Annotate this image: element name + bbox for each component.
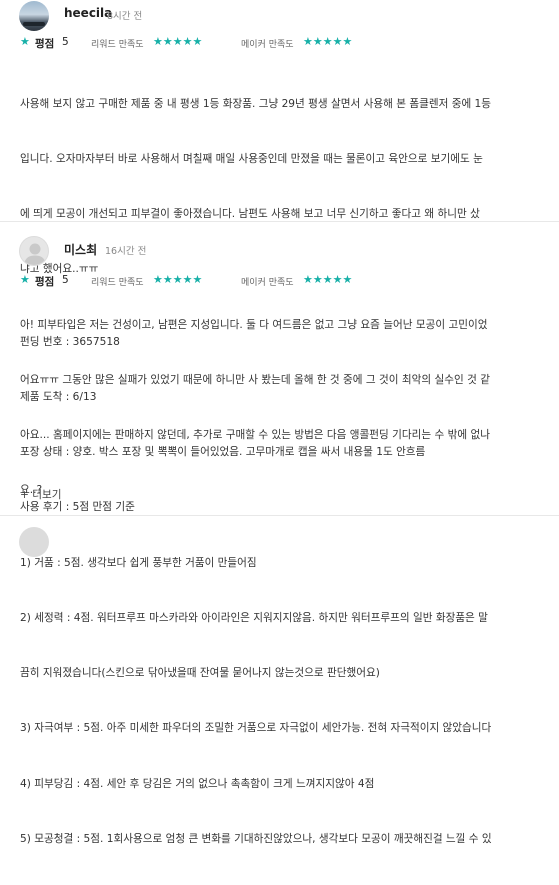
author-name[interactable]: heecila [64, 6, 112, 20]
reward-satisfaction-stars: ★★★★★ [153, 35, 203, 48]
review-time: 16시간 전 [105, 246, 147, 257]
default-user-icon [24, 243, 46, 265]
show-more-link[interactable]: + 더보기 [20, 487, 61, 502]
avatar[interactable] [19, 1, 49, 31]
maker-satisfaction-stars: ★★★★★ [303, 35, 353, 48]
author-name[interactable]: 미스최 [64, 241, 97, 258]
review-line: 2) 세정력 : 4점. 워터프루프 마스카라와 아이라인은 지워지지않음. 하… [20, 611, 488, 624]
review-header: 미스최 16시간 전 [0, 235, 559, 266]
rating-row: ★ 평점 5 리워드 만족도 ★★★★★ 메이커 만족도 ★★★★★ [0, 35, 559, 51]
reward-satisfaction-label: 리워드 만족도 [91, 40, 144, 50]
maker-satisfaction-label: 메이커 만족도 [241, 278, 294, 288]
avatar[interactable] [19, 527, 49, 557]
review-item: 미스최 16시간 전 ★ 평점 5 리워드 만족도 ★★★★★ 메이커 만족도 … [0, 235, 559, 845]
review-line: 입니다. 오자마자부터 바로 사용해서 며칠째 매일 사용중인데 만졌을 때는 … [20, 153, 483, 166]
review-line: 3) 자극여부 : 5점. 아주 미세한 파우더의 조밀한 거품으로 자극없이 … [20, 722, 492, 735]
review-line: 포장 상태 : 양호. 박스 포장 및 뽁뽁이 들어있었음. 고무마개로 캡을 … [20, 446, 426, 459]
review-time: 8시간 전 [107, 11, 143, 22]
review-line: 사용해 보지 않고 구매한 제품 중 내 평생 1등 화장품. 그냥 29년 평… [20, 97, 492, 110]
review-line: 1) 거품 : 5점. 생각보다 쉽게 풍부한 거품이 만들어짐 [20, 556, 257, 569]
review-item: heecila 8시간 전 ★ 평점 5 리워드 만족도 ★★★★★ 메이커 만… [0, 0, 559, 496]
maker-satisfaction-stars: ★★★★★ [303, 273, 353, 286]
reward-satisfaction-stars: ★★★★★ [153, 273, 203, 286]
review-divider [0, 221, 559, 222]
rating-row: ★ 평점 5 리워드 만족도 ★★★★★ 메이커 만족도 ★★★★★ [0, 273, 559, 289]
review-line: 펀딩 번호 : 3657518 [20, 335, 120, 348]
review-line: 5) 모공청결 : 5점. 1회사용으로 엄청 큰 변화를 기대하진않았으나, … [20, 832, 492, 845]
star-icon: ★ [20, 273, 30, 286]
avatar[interactable] [19, 236, 49, 266]
review-line: 제품 도착 : 6/13 [20, 391, 97, 404]
rating-score: 5 [62, 36, 69, 48]
star-icon: ★ [20, 35, 30, 48]
maker-satisfaction-label: 메이커 만족도 [241, 40, 294, 50]
review-line: 끔히 지워졌습니다(스킨으로 닦아냈을때 잔여물 묻어나지 않는것으로 판단했어… [20, 667, 380, 680]
review-header: heecila 8시간 전 [0, 0, 559, 31]
review-divider [0, 515, 559, 516]
rating-title: 평점 [35, 38, 55, 50]
review-body: 펀딩 번호 : 3657518 제품 도착 : 6/13 포장 상태 : 양호.… [20, 296, 536, 885]
reward-satisfaction-label: 리워드 만족도 [91, 278, 144, 288]
rating-score: 5 [62, 274, 69, 286]
rating-title: 평점 [35, 276, 55, 288]
review-line: 4) 피부당김 : 4점. 세안 후 당김은 거의 없으나 촉촉함이 크게 느껴… [20, 777, 375, 790]
